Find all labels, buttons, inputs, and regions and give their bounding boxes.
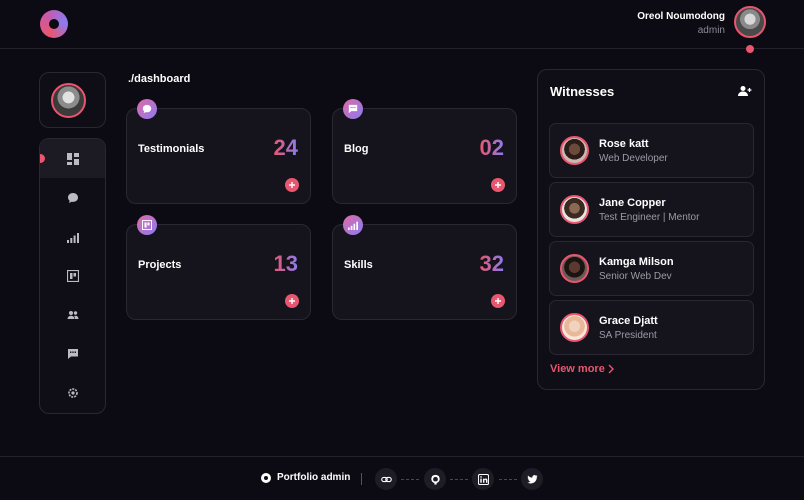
sidebar-avatar[interactable] — [51, 83, 86, 118]
breadcrumb: ./dashboard — [128, 73, 191, 85]
sidebar-item-witnesses[interactable] — [40, 295, 105, 334]
witness-role: SA President — [599, 330, 657, 341]
card-count: 13 — [273, 251, 298, 276]
witness-name: Grace Djatt — [599, 315, 658, 327]
twitter-icon — [526, 474, 538, 483]
witness-avatar — [560, 313, 589, 342]
app-logo[interactable] — [40, 10, 68, 38]
user-name: Oreol Noumodong — [637, 11, 725, 22]
witness-role: Senior Web Dev — [599, 271, 672, 282]
witnesses-panel: Witnesses Rose katt Web Developer Jane C… — [537, 69, 765, 390]
message-icon — [348, 104, 358, 114]
card-badge — [343, 215, 363, 235]
stat-card-blog[interactable]: Blog 02 — [332, 99, 517, 204]
plus-icon — [289, 182, 295, 188]
sidebar-item-dashboard[interactable] — [40, 139, 105, 178]
plus-icon — [495, 182, 501, 188]
projects-icon — [66, 269, 79, 282]
footer: Portfolio admin — [0, 456, 804, 500]
brand-icon — [261, 472, 271, 483]
projects-icon — [142, 220, 152, 230]
stat-card-skills[interactable]: Skills 32 — [332, 215, 517, 320]
card-label: Testimonials — [138, 143, 205, 155]
card-label: Blog — [344, 143, 369, 155]
view-more-label: View more — [550, 363, 605, 375]
sidebar-nav — [39, 138, 106, 414]
footer-connector — [499, 479, 517, 480]
witness-role: Test Engineer | Mentor — [599, 212, 700, 223]
chat-bubble-icon — [142, 104, 152, 114]
card-badge — [343, 99, 363, 119]
user-avatar[interactable] — [734, 6, 766, 38]
users-icon — [67, 310, 78, 319]
view-more-link[interactable]: View more — [550, 363, 615, 375]
sidebar-item-testimonials[interactable] — [40, 178, 105, 217]
add-skill-button[interactable] — [491, 294, 505, 308]
witnesses-title: Witnesses — [550, 84, 615, 99]
stat-card-projects[interactable]: Projects 13 — [126, 215, 311, 320]
witness-item[interactable]: Jane Copper Test Engineer | Mentor — [549, 182, 754, 237]
github-icon — [430, 474, 440, 485]
witness-avatar — [560, 136, 589, 165]
witness-item[interactable]: Rose katt Web Developer — [549, 123, 754, 178]
witness-name: Kamga Milson — [599, 256, 674, 268]
notification-dot — [746, 45, 754, 53]
link-icon — [380, 476, 392, 482]
chevron-right-icon — [608, 364, 614, 374]
plus-icon — [495, 298, 501, 304]
signal-bars-icon — [66, 232, 79, 243]
witness-name: Rose katt — [599, 138, 649, 150]
stat-card-testimonials[interactable]: Testimonials 24 — [126, 99, 311, 204]
plus-icon — [289, 298, 295, 304]
user-role: admin — [697, 25, 725, 36]
sidebar-item-projects[interactable] — [40, 256, 105, 295]
add-user-icon[interactable] — [738, 85, 752, 97]
message-icon — [67, 348, 78, 359]
card-badge — [137, 99, 157, 119]
linkedin-icon — [477, 473, 489, 485]
sidebar-item-skills[interactable] — [40, 217, 105, 256]
witness-item[interactable]: Grace Djatt SA President — [549, 300, 754, 355]
footer-connector — [450, 479, 468, 480]
sidebar-item-settings[interactable] — [40, 373, 105, 412]
chat-bubble-icon — [67, 192, 78, 203]
sidebar-item-blog[interactable] — [40, 334, 105, 373]
active-indicator — [40, 154, 45, 163]
top-header: Oreol Noumodong admin — [0, 0, 804, 53]
card-count: 24 — [273, 135, 298, 160]
witness-role: Web Developer — [599, 153, 668, 164]
linkedin-button[interactable] — [472, 468, 494, 490]
witness-avatar — [560, 254, 589, 283]
card-count: 32 — [479, 251, 504, 276]
dashboard-icon — [66, 152, 79, 165]
add-project-button[interactable] — [285, 294, 299, 308]
card-label: Skills — [344, 259, 373, 271]
witness-item[interactable]: Kamga Milson Senior Web Dev — [549, 241, 754, 296]
settings-icon — [67, 387, 78, 398]
link-button[interactable] — [375, 468, 397, 490]
twitter-button[interactable] — [521, 468, 543, 490]
card-badge — [137, 215, 157, 235]
card-label: Projects — [138, 259, 182, 271]
witness-avatar — [560, 195, 589, 224]
witness-name: Jane Copper — [599, 197, 666, 209]
sidebar-profile-card — [39, 72, 106, 128]
github-button[interactable] — [424, 468, 446, 490]
card-count: 02 — [479, 135, 504, 160]
footer-brand-label: Portfolio admin — [277, 472, 351, 483]
footer-connector — [401, 479, 419, 480]
add-testimonial-button[interactable] — [285, 178, 299, 192]
footer-divider — [361, 473, 362, 485]
signal-bars-icon — [348, 221, 358, 230]
add-blog-button[interactable] — [491, 178, 505, 192]
footer-brand: Portfolio admin — [261, 472, 350, 483]
